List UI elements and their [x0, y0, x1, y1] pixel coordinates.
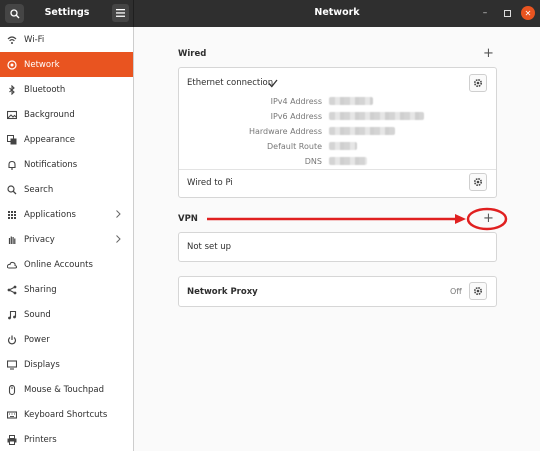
annotation-overlay	[207, 207, 508, 231]
annotation-circle	[466, 207, 508, 231]
annotation-arrow-head	[455, 214, 466, 224]
